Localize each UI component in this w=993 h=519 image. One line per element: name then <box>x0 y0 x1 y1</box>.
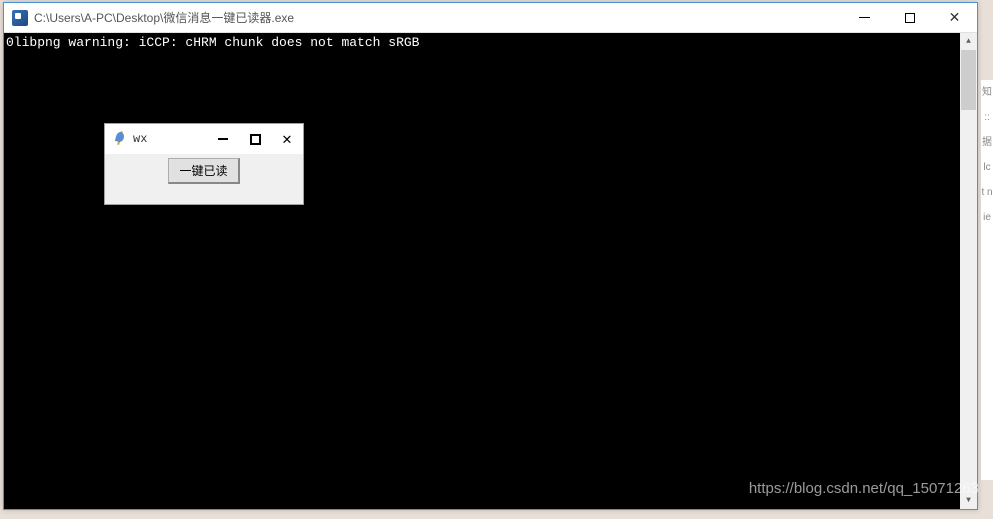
wx-minimize-button[interactable] <box>207 124 239 154</box>
minimize-icon <box>859 17 870 18</box>
console-area[interactable]: 0libpng warning: iCCP: cHRM chunk does n… <box>4 33 977 509</box>
wx-body: 一键已读 <box>105 154 303 204</box>
app-icon <box>12 10 28 26</box>
window-title: C:\Users\A-PC\Desktop\微信消息一键已读器.exe <box>34 9 842 26</box>
mark-read-button[interactable]: 一键已读 <box>168 158 239 184</box>
maximize-button[interactable] <box>887 3 932 32</box>
close-icon: ✕ <box>282 129 292 149</box>
title-bar[interactable]: C:\Users\A-PC\Desktop\微信消息一键已读器.exe ✕ <box>4 3 977 33</box>
wx-close-button[interactable]: ✕ <box>271 124 303 154</box>
wx-dialog: wx ✕ 一键已读 <box>104 123 304 205</box>
wx-maximize-button[interactable] <box>239 124 271 154</box>
window-controls: ✕ <box>842 3 977 32</box>
scroll-up-icon[interactable]: ▲ <box>960 33 977 50</box>
maximize-icon <box>905 13 915 23</box>
close-icon: ✕ <box>949 9 961 26</box>
vertical-scrollbar[interactable]: ▲ ▼ <box>960 33 977 509</box>
minimize-icon <box>218 138 228 140</box>
watermark-text: https://blog.csdn.net/qq_15071263 <box>749 480 979 497</box>
close-button[interactable]: ✕ <box>932 3 977 32</box>
console-output: 0libpng warning: iCCP: cHRM chunk does n… <box>6 35 975 51</box>
wx-window-controls: ✕ <box>207 124 303 154</box>
wx-window-title: wx <box>131 132 207 146</box>
tk-icon <box>113 131 127 147</box>
maximize-icon <box>250 134 261 145</box>
minimize-button[interactable] <box>842 3 887 32</box>
scrollbar-thumb[interactable] <box>961 50 976 110</box>
wx-title-bar[interactable]: wx ✕ <box>105 124 303 154</box>
console-window: C:\Users\A-PC\Desktop\微信消息一键已读器.exe ✕ 0l… <box>3 2 978 510</box>
background-clutter: 知 :: 据 lc t n ie <box>981 80 993 480</box>
